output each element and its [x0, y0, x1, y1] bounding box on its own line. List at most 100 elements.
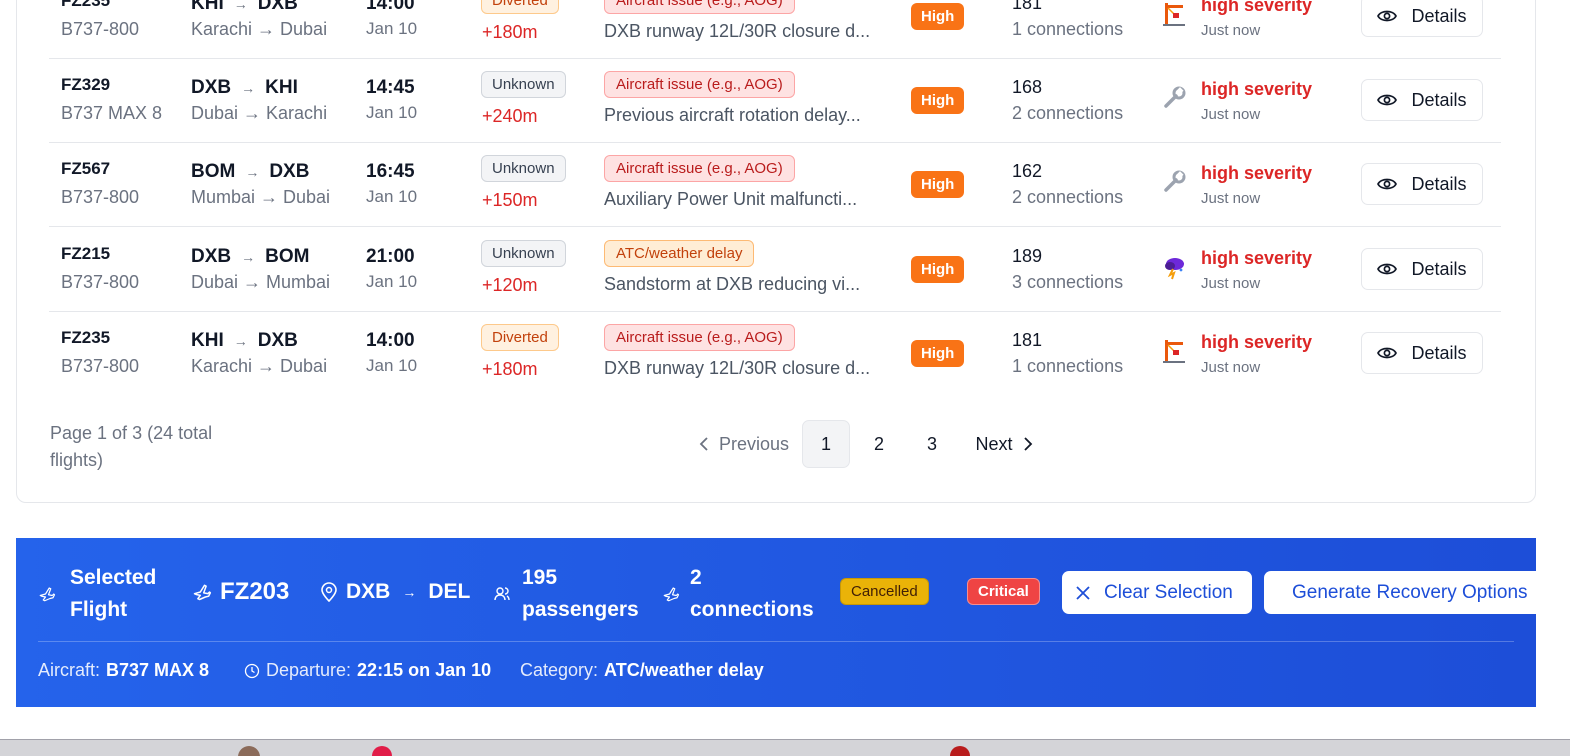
previous-label: Previous: [718, 433, 790, 454]
category-badge: Aircraft issue (e.g., AOG): [604, 71, 795, 98]
flight-number[interactable]: FZ329: [61, 75, 110, 95]
connection-count: 2 connections: [1012, 187, 1124, 207]
origin-code: BOM: [191, 161, 236, 182]
page-button-2[interactable]: 2: [855, 420, 903, 468]
status-badge: Diverted: [481, 0, 559, 14]
chevron-right-icon: [1023, 437, 1032, 451]
aircraft-type: B737-800: [61, 356, 140, 376]
severity-label: high severity: [1201, 79, 1313, 99]
details-button[interactable]: Details: [1361, 0, 1483, 37]
table-row[interactable]: FZ215 B737-800 DXB → BOM Dubai → Mumbai …: [49, 228, 1501, 312]
route-cities: Karachi → Dubai: [191, 356, 328, 376]
table-row[interactable]: FZ235 B737-800 KHI → DXB Karachi → Dubai…: [49, 0, 1501, 59]
flight-number[interactable]: FZ235: [61, 328, 110, 348]
origin-code: KHI: [191, 0, 224, 14]
clear-selection-label: Clear Selection: [1104, 581, 1233, 603]
generate-recovery-button[interactable]: Generate Recovery Options: [1264, 571, 1536, 614]
route: KHI → DXB: [191, 0, 298, 15]
selected-flight-label: Selected Flight: [70, 566, 157, 621]
pagination: Previous 1 2 3 Next: [686, 420, 1044, 468]
category-badge: Aircraft issue (e.g., AOG): [604, 0, 795, 14]
departure-time: 16:45: [366, 161, 415, 182]
aircraft-type: B737-800: [61, 187, 140, 207]
severity-label: high severity: [1201, 0, 1313, 15]
departure-date: Jan 10: [366, 19, 418, 38]
clock-icon: [244, 663, 260, 678]
departure-date: Jan 10: [366, 272, 418, 291]
generate-recovery-label: Generate Recovery Options: [1292, 581, 1528, 603]
selected-destination: DEL: [428, 580, 471, 603]
severity-time: Just now: [1201, 359, 1261, 376]
page-button-3[interactable]: 3: [908, 420, 956, 468]
delay-minutes: +240m: [482, 106, 538, 126]
category-badge: Aircraft issue (e.g., AOG): [604, 324, 795, 351]
passenger-count: 181: [1012, 330, 1043, 350]
severity-time: Just now: [1201, 275, 1261, 292]
departure-date: Jan 10: [366, 103, 418, 122]
details-label: Details: [1411, 258, 1467, 279]
details-button[interactable]: Details: [1361, 332, 1483, 374]
route-arrow-icon: →: [233, 333, 248, 349]
origin-code: DXB: [191, 246, 232, 267]
wrench-icon: [1161, 85, 1187, 111]
aircraft-type: B737 MAX 8: [61, 103, 163, 123]
flight-number[interactable]: FZ215: [61, 244, 110, 264]
crane-icon: [1161, 1, 1187, 27]
disruption-description: DXB runway 12L/30R closure d...: [604, 21, 871, 41]
crane-icon: [1161, 338, 1187, 364]
details-button[interactable]: Details: [1361, 248, 1483, 290]
route-arrow-icon: →: [245, 164, 260, 180]
details-label: Details: [1411, 89, 1467, 110]
plane-icon: [193, 584, 212, 601]
selected-connections: 2 connections: [662, 562, 820, 626]
priority-badge: High: [911, 3, 965, 30]
status-badge: Unknown: [481, 155, 566, 182]
severity-label: high severity: [1201, 163, 1313, 183]
selected-flight-banner: Selected Flight FZ203 DXB → DEL 195 pass…: [16, 538, 1536, 707]
table-row[interactable]: FZ567 B737-800 BOM → DXB Mumbai → Dubai …: [49, 143, 1501, 227]
chevron-left-icon: [699, 437, 708, 451]
previous-page-button[interactable]: Previous: [686, 420, 802, 468]
flight-number[interactable]: FZ235: [61, 0, 110, 11]
selected-connections-label: 2 connections: [690, 566, 814, 621]
taskbar-avatar[interactable]: [238, 746, 260, 756]
details-label: Details: [1411, 173, 1467, 194]
severity-time: Just now: [1201, 106, 1261, 123]
category-value: ATC/weather delay: [604, 660, 764, 680]
clear-selection-button[interactable]: Clear Selection: [1062, 571, 1252, 614]
taskbar-notification-icon[interactable]: [950, 746, 970, 756]
route: DXB → BOM: [191, 246, 309, 268]
plane-icon: [663, 587, 680, 602]
selected-flight-route: DXB → DEL: [320, 580, 470, 604]
destination-code: DXB: [257, 0, 298, 14]
severity-time: Just now: [1201, 22, 1261, 39]
departure-date: Jan 10: [366, 356, 418, 375]
departure-time: 21:00: [366, 246, 415, 267]
next-page-button[interactable]: Next: [964, 420, 1044, 468]
passenger-count: 162: [1012, 161, 1043, 181]
destination-code: DXB: [269, 161, 310, 182]
departure-time: 14:00: [366, 330, 415, 351]
wrench-icon: [1161, 169, 1187, 195]
eye-icon: [1377, 10, 1398, 22]
category-label: Category:: [520, 660, 599, 680]
table-row[interactable]: FZ235 B737-800 KHI → DXB Karachi → Dubai…: [49, 312, 1501, 396]
severity-time: Just now: [1201, 190, 1261, 207]
departure-time: 14:00: [366, 0, 415, 14]
table-row[interactable]: FZ329 B737 MAX 8 DXB → KHI Dubai → Karac…: [49, 59, 1501, 143]
route: KHI → DXB: [191, 330, 298, 352]
priority-badge: High: [911, 87, 965, 114]
details-button[interactable]: Details: [1361, 163, 1483, 205]
map-pin-icon: [321, 582, 337, 602]
eye-icon: [1377, 263, 1398, 275]
taskbar-app-icon[interactable]: [372, 746, 392, 756]
disruption-description: Sandstorm at DXB reducing vi...: [604, 274, 861, 294]
flight-number[interactable]: FZ567: [61, 159, 110, 179]
selected-flight-code: FZ203: [220, 578, 290, 605]
page-button-1[interactable]: 1: [802, 420, 850, 468]
selected-status-badge: Cancelled: [840, 578, 929, 605]
storm-icon: [1161, 254, 1187, 280]
route-cities: Dubai → Karachi: [191, 103, 328, 123]
details-button[interactable]: Details: [1361, 79, 1483, 121]
connection-count: 3 connections: [1012, 272, 1124, 292]
